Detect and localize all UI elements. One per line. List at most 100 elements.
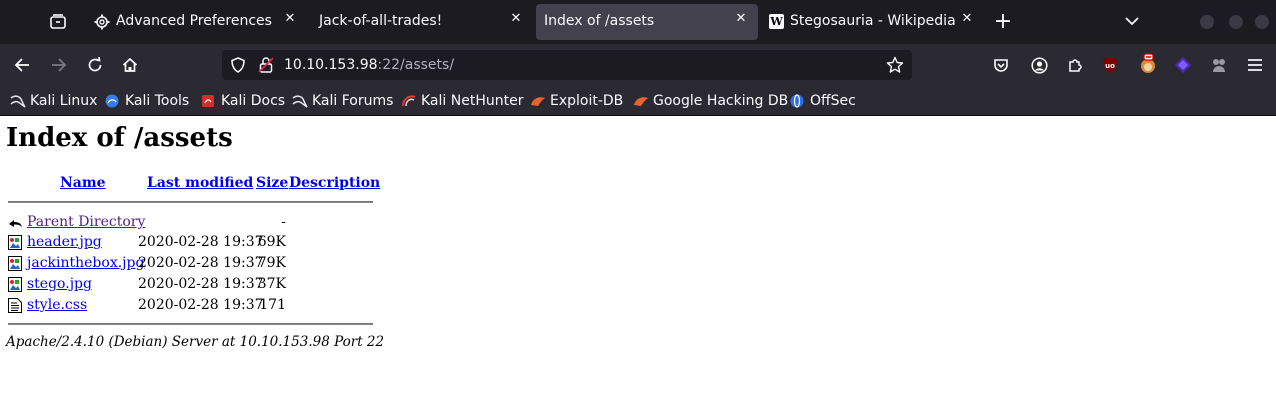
wikipedia-icon: W	[769, 14, 784, 29]
wappalyzer-icon[interactable]	[1174, 56, 1192, 74]
account-icon[interactable]	[1030, 56, 1048, 74]
page-content: Index of /assets Name Last modified Size…	[0, 117, 1276, 412]
close-tab-icon[interactable]: ✕	[283, 12, 297, 26]
bookmark-star-icon[interactable]	[886, 56, 904, 74]
close-window-button[interactable]	[1255, 15, 1269, 29]
list-item-jackinthebox-jpg: jackinthebox.jpg 2020-02-28 19:37 79K	[8, 253, 368, 274]
exploitdb-icon	[633, 94, 649, 108]
file-link[interactable]: header.jpg	[27, 234, 102, 250]
file-link[interactable]: stego.jpg	[27, 276, 92, 292]
extension-puzzle-icon[interactable]	[1210, 56, 1228, 74]
column-header-name[interactable]: Name	[60, 175, 106, 191]
new-tab-button[interactable]: +	[992, 9, 1014, 34]
kali-tools-icon	[105, 94, 121, 108]
bookmark-kali-forums[interactable]: Kali Forums	[292, 93, 393, 109]
bookmark-kali-linux[interactable]: Kali Linux	[10, 93, 97, 109]
bookmark-exploit-db[interactable]: Exploit-DB	[530, 93, 623, 109]
page-title: Index of /assets	[6, 123, 233, 153]
tab-index-of-assets[interactable]: Index of /assets ✕	[536, 4, 758, 40]
list-item-stego-jpg: stego.jpg 2020-02-28 19:37 37K	[8, 274, 368, 295]
image-file-icon	[8, 235, 23, 250]
bookmark-label: Exploit-DB	[550, 93, 624, 109]
server-signature: Apache/2.4.10 (Debian) Server at 10.10.1…	[6, 334, 385, 350]
hamburger-menu-icon[interactable]	[1246, 56, 1264, 74]
tracking-protection-icon[interactable]	[230, 57, 246, 73]
exploitdb-icon	[530, 94, 546, 108]
column-header-description[interactable]: Description	[289, 175, 380, 191]
maximize-button[interactable]	[1229, 15, 1243, 29]
bookmark-label: Kali Tools	[125, 93, 190, 109]
bookmark-offsec[interactable]: OffSec	[790, 93, 856, 109]
file-modified: 2020-02-28 19:37	[138, 234, 264, 250]
svg-text:uo: uo	[1105, 62, 1115, 70]
text-file-icon	[8, 298, 23, 313]
pocket-icon[interactable]	[992, 56, 1010, 74]
close-tab-icon[interactable]: ✕	[734, 12, 748, 26]
image-file-icon	[8, 256, 23, 271]
navigation-toolbar: 10.10.153.98:22/assets/ uo	[0, 44, 1276, 86]
list-item-header-jpg: header.jpg 2020-02-28 19:37 69K	[8, 232, 368, 253]
file-size: -	[281, 214, 286, 230]
foxyproxy-icon[interactable]	[1138, 53, 1158, 75]
insecure-lock-icon[interactable]	[258, 56, 274, 74]
file-modified: 2020-02-28 19:37	[138, 255, 264, 271]
bookmark-label: Kali Linux	[30, 93, 98, 109]
divider	[8, 323, 373, 325]
list-all-tabs-icon[interactable]	[1124, 13, 1140, 29]
kali-dragon-icon	[10, 94, 26, 108]
column-header-last-modified[interactable]: Last modified	[147, 175, 253, 191]
tab-label: Jack-of-all-trades!	[319, 13, 443, 29]
url-path: :22/assets/	[377, 57, 455, 73]
extensions-icon[interactable]	[1066, 56, 1084, 74]
bookmark-kali-nethunter[interactable]: Kali NetHunter	[401, 93, 523, 109]
back-icon	[8, 215, 23, 230]
close-tab-icon[interactable]: ✕	[960, 12, 974, 26]
tab-manager-icon[interactable]	[48, 12, 68, 32]
tab-advanced-preferences[interactable]: Advanced Preferences ✕	[84, 4, 306, 40]
column-header-size[interactable]: Size	[256, 175, 288, 191]
forward-button	[50, 56, 68, 74]
tab-jack-of-all-trades[interactable]: Jack-of-all-trades! ✕	[310, 4, 532, 40]
kali-dragon-icon	[292, 94, 308, 108]
offsec-icon	[790, 94, 806, 108]
bookmark-kali-tools[interactable]: Kali Tools	[105, 93, 189, 109]
close-tab-icon[interactable]: ✕	[509, 12, 523, 26]
reload-button[interactable]	[86, 56, 104, 74]
file-size: 79K	[257, 255, 286, 271]
bookmark-kali-docs[interactable]: Kali Docs	[201, 93, 285, 109]
file-size: 69K	[257, 234, 286, 250]
bookmark-label: Kali Docs	[221, 93, 286, 109]
file-size: 171	[259, 297, 286, 313]
tab-stegosauria-wikipedia[interactable]: W Stegosauria - Wikipedia ✕	[762, 4, 984, 40]
tab-label: Advanced Preferences	[116, 13, 272, 29]
file-link[interactable]: jackinthebox.jpg	[27, 255, 144, 271]
kali-docs-icon	[201, 94, 217, 108]
minimize-button[interactable]	[1200, 15, 1214, 29]
home-button[interactable]	[121, 56, 139, 74]
file-modified: 2020-02-28 19:37	[138, 297, 264, 313]
tab-label: Index of /assets	[544, 13, 655, 29]
tab-label: Stegosauria - Wikipedia	[790, 13, 956, 29]
bookmark-label: OffSec	[810, 93, 856, 109]
bookmark-label: Kali Forums	[312, 93, 394, 109]
back-button[interactable]	[13, 56, 31, 74]
file-link[interactable]: Parent Directory	[27, 214, 145, 230]
bookmark-google-hacking-db[interactable]: Google Hacking DB	[633, 93, 788, 109]
bookmark-label: Google Hacking DB	[653, 93, 789, 109]
gear-icon	[94, 14, 110, 30]
nethunter-icon	[401, 94, 417, 108]
list-item-parent-directory: Parent Directory -	[8, 212, 368, 233]
url-host: 10.10.153.98	[284, 57, 378, 73]
ublock-origin-icon[interactable]: uo	[1101, 55, 1119, 75]
file-link[interactable]: style.css	[27, 297, 87, 313]
image-file-icon	[8, 277, 23, 292]
file-modified: 2020-02-28 19:37	[138, 276, 264, 292]
bookmark-label: Kali NetHunter	[421, 93, 524, 109]
bookmarks-toolbar: Kali Linux Kali Tools Kali Docs Kali For…	[0, 86, 1276, 116]
list-item-style-css: style.css 2020-02-28 19:37 171	[8, 295, 368, 316]
url-text: 10.10.153.98:22/assets/	[284, 57, 454, 73]
url-bar[interactable]: 10.10.153.98:22/assets/	[222, 50, 912, 80]
file-size: 37K	[257, 276, 286, 292]
tab-bar: Advanced Preferences ✕ Jack-of-all-trade…	[0, 0, 1276, 44]
divider	[8, 201, 373, 203]
